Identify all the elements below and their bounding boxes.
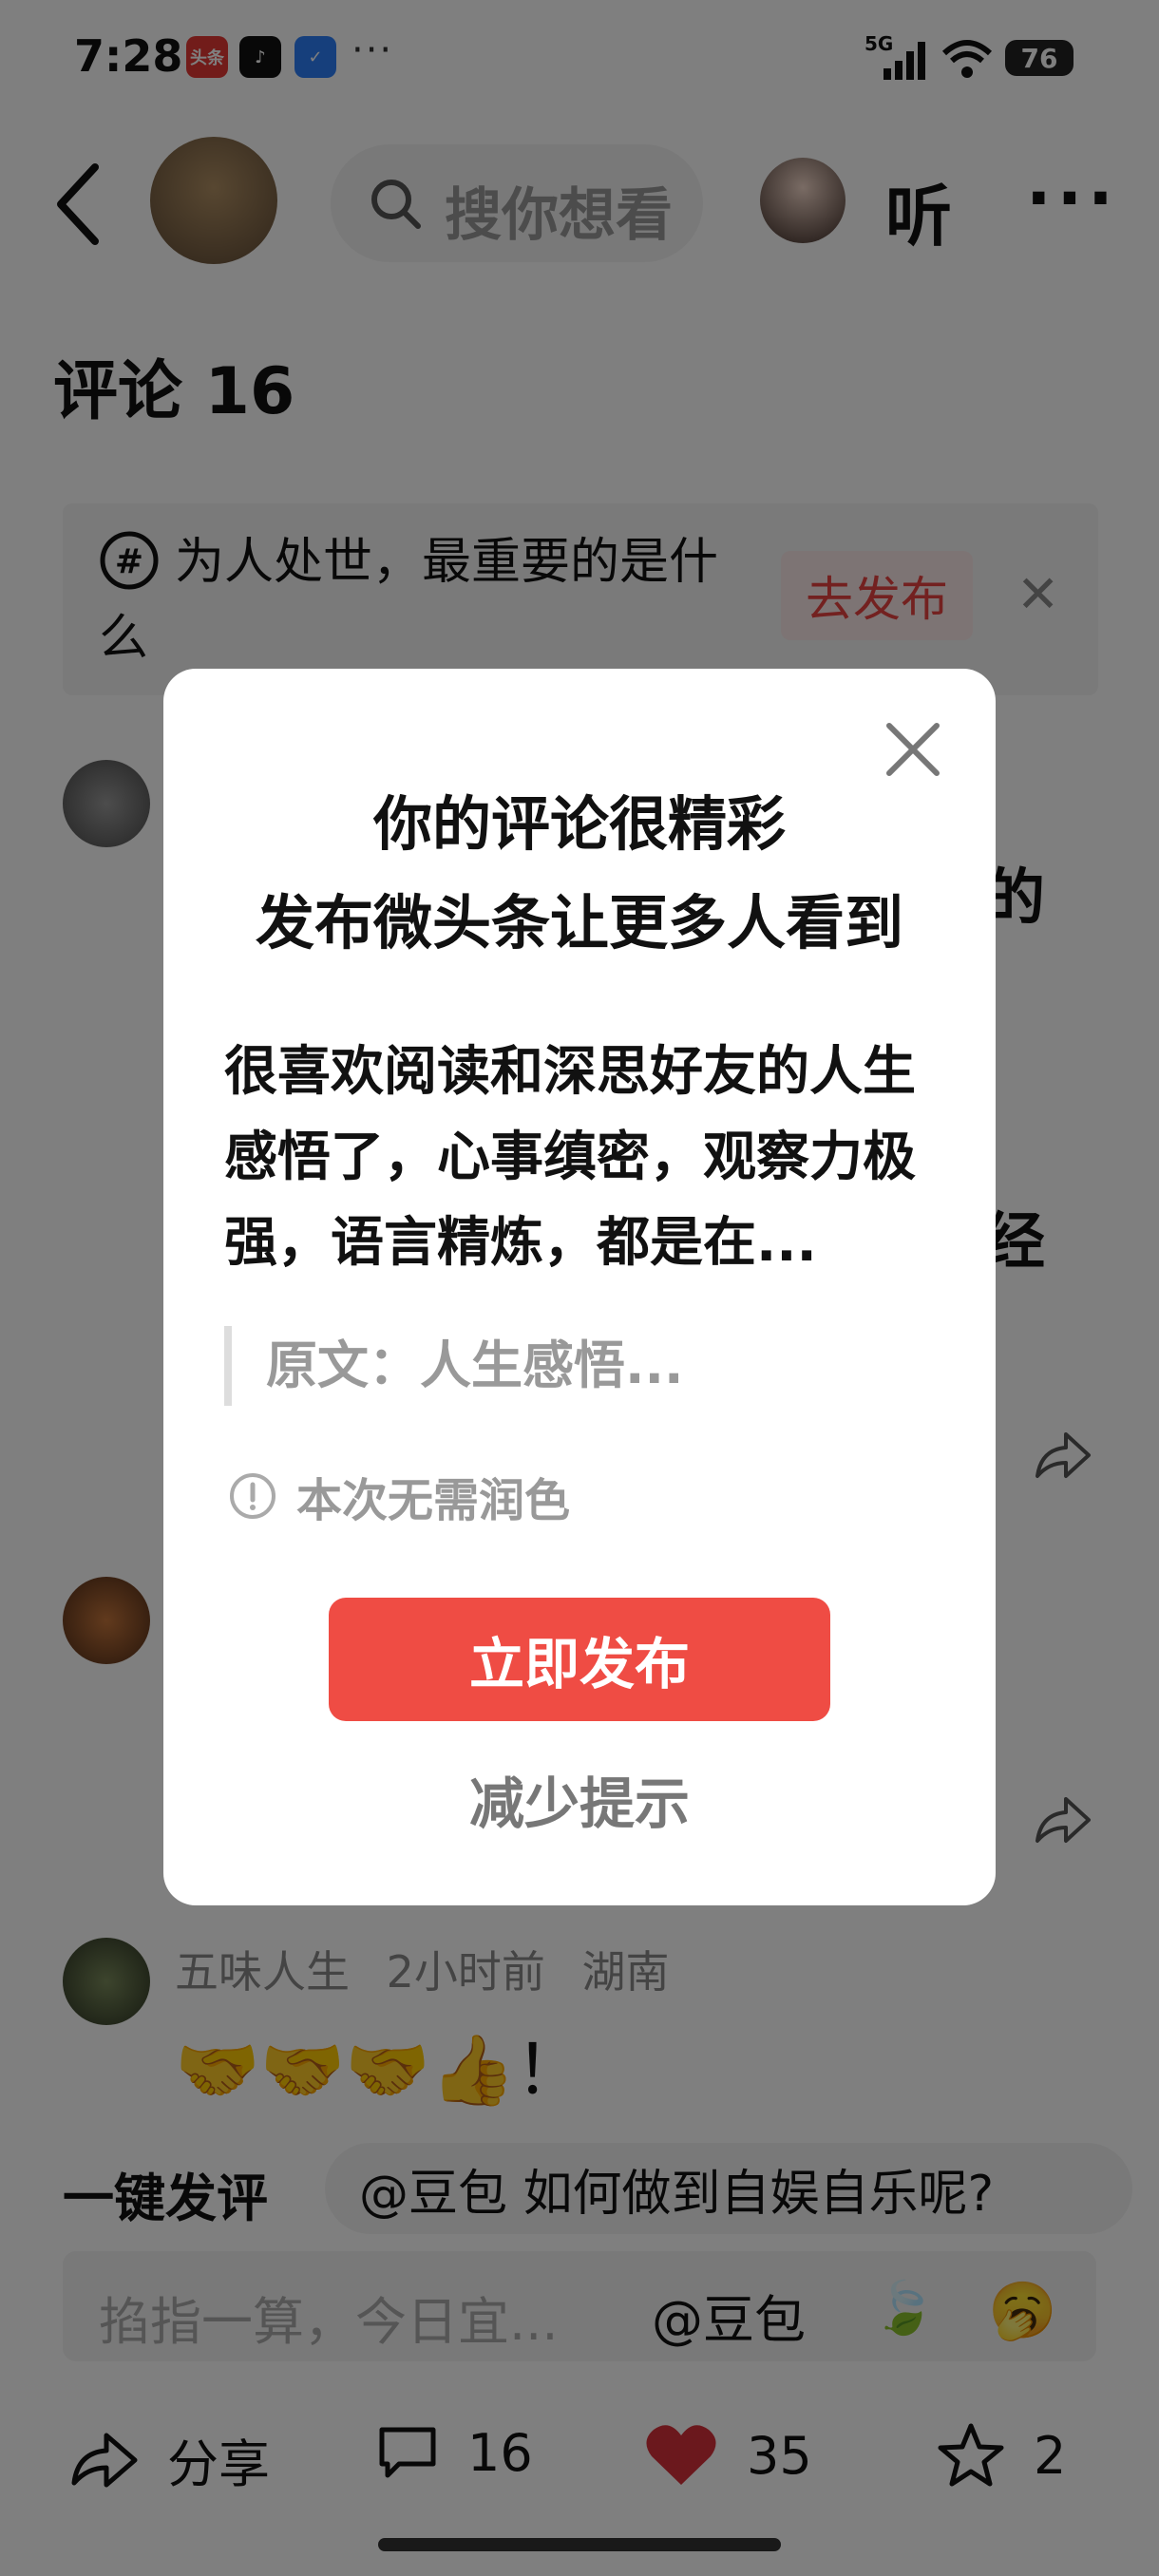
dialog-title-line2: 发布微头条让更多人看到 — [255, 888, 903, 957]
dialog-title: 你的评论很精彩 发布微头条让更多人看到 — [163, 775, 996, 973]
dialog-original-quote: 原文：人生感悟... — [224, 1326, 927, 1406]
publish-now-button[interactable]: 立即发布 — [329, 1598, 830, 1721]
dialog-note-text: 本次无需润色 — [296, 1474, 571, 1527]
dialog-comment-preview: 很喜欢阅读和深思好友的人生感悟了，心事缜密，观察力极强，语言精炼，都是在... — [224, 1041, 916, 1274]
close-icon[interactable] — [884, 720, 942, 779]
info-icon — [230, 1473, 276, 1519]
reduce-prompts-button[interactable]: 减少提示 — [163, 1759, 996, 1839]
dialog-note: 本次无需润色 — [228, 1463, 570, 1529]
dialog-title-line1: 你的评论很精彩 — [372, 789, 786, 859]
